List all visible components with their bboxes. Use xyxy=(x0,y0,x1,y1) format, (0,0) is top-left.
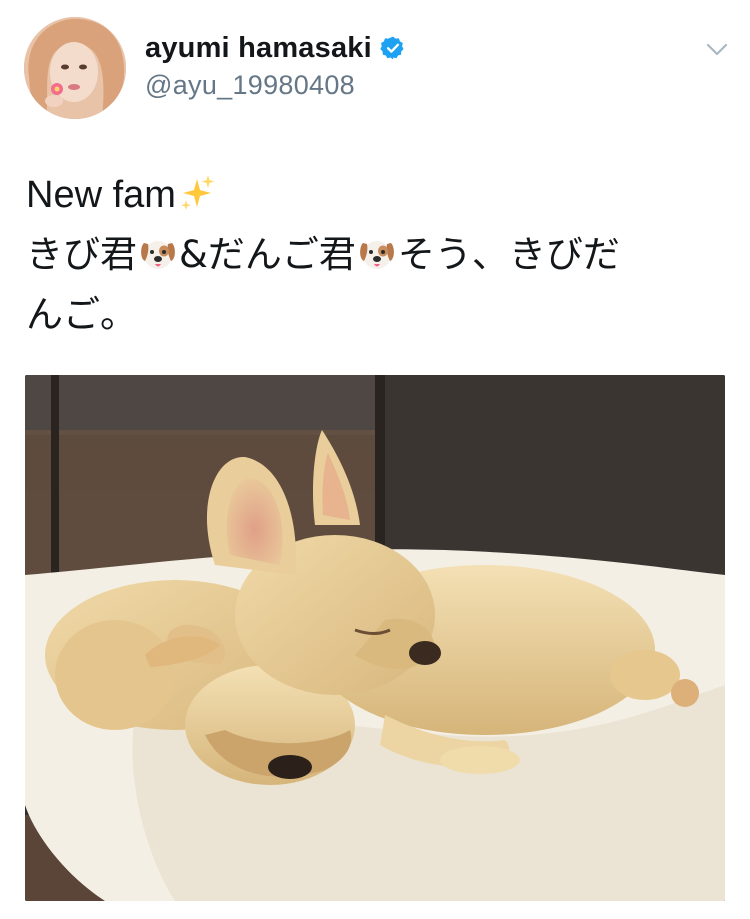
chevron-down-icon[interactable] xyxy=(702,34,732,64)
tweet-line-1: New fam xyxy=(26,165,726,225)
dog-face-icon xyxy=(138,231,178,271)
avatar[interactable] xyxy=(24,17,126,119)
tweet-line-2: きび君 &だんご君 そう、きびだ xyxy=(26,225,726,285)
dog-face-icon xyxy=(357,231,397,271)
tweet: ayumi hamasaki @ayu_19980408 New fam きび君… xyxy=(0,0,750,919)
tweet-line-3: んご。 xyxy=(26,285,726,345)
verified-badge-icon xyxy=(380,35,406,61)
tweet-header: ayumi hamasaki @ayu_19980408 xyxy=(0,0,750,130)
sparkles-icon xyxy=(177,171,217,211)
tweet-text-segment: &だんご君 xyxy=(179,233,356,276)
tweet-text: New fam きび君 &だんご君 そう、きびだ んご。 xyxy=(26,165,726,345)
user-handle[interactable]: @ayu_19980408 xyxy=(145,70,406,101)
tweet-text-segment: New fam xyxy=(26,174,176,216)
display-name[interactable]: ayumi hamasaki xyxy=(145,32,372,65)
tweet-text-segment: んご。 xyxy=(26,293,137,336)
tweet-text-segment: そう、きびだ xyxy=(397,233,620,276)
user-names: ayumi hamasaki @ayu_19980408 xyxy=(145,30,406,101)
tweet-photo[interactable] xyxy=(25,375,725,901)
display-name-row: ayumi hamasaki xyxy=(145,30,406,66)
tweet-text-segment: きび君 xyxy=(26,233,137,276)
